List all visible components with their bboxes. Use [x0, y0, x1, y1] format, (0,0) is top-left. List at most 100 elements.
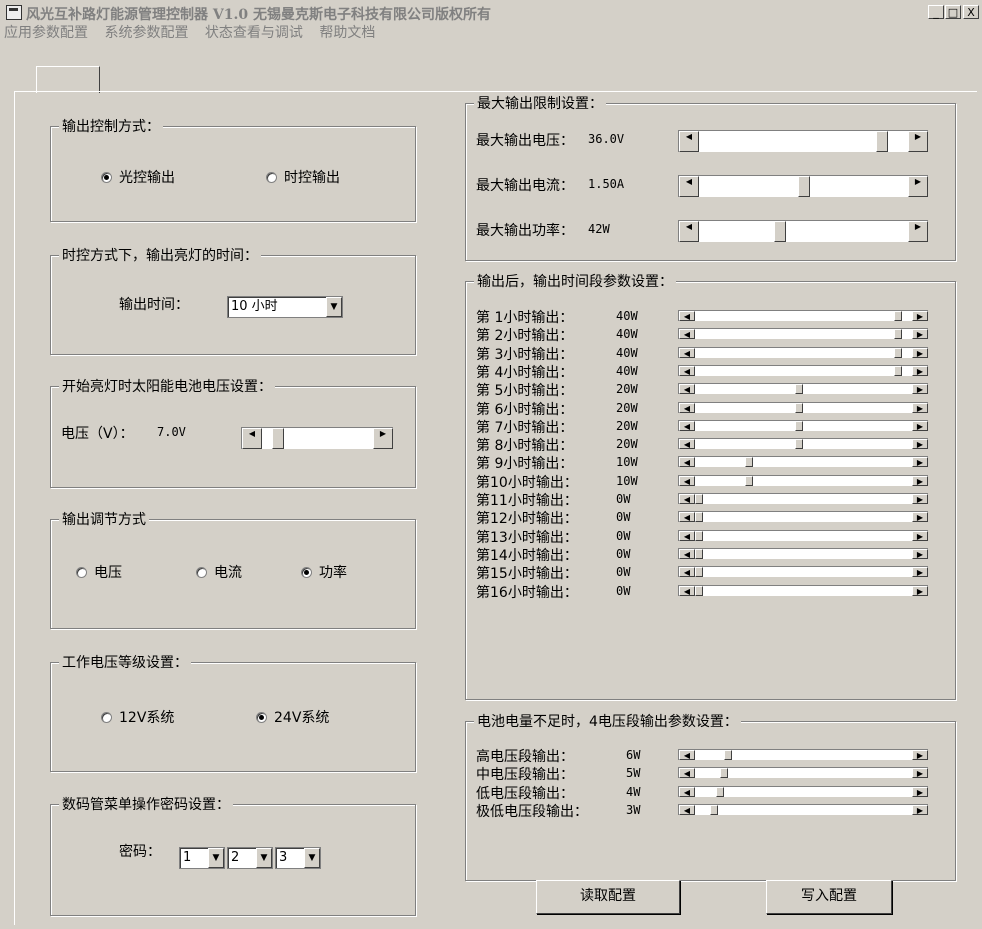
slider-thumb[interactable]: [695, 494, 703, 504]
chevron-down-icon[interactable]: ▼: [208, 848, 224, 868]
slider-thumb[interactable]: [795, 402, 803, 413]
arrow-left-icon[interactable]: ◀: [679, 439, 695, 450]
arrow-left-icon[interactable]: ◀: [679, 384, 695, 395]
radio-light-control[interactable]: 光控输出: [101, 167, 175, 187]
slider-thumb[interactable]: [795, 439, 803, 450]
arrow-left-icon[interactable]: ◀: [679, 512, 695, 523]
slider-thumb[interactable]: [695, 548, 703, 559]
voltage-slider[interactable]: ◀ ▶: [241, 427, 393, 449]
menu-help[interactable]: 帮助文档: [319, 22, 375, 42]
arrow-left-icon[interactable]: ◀: [679, 176, 699, 197]
arrow-left-icon[interactable]: ◀: [679, 457, 695, 468]
arrow-left-icon[interactable]: ◀: [679, 530, 695, 541]
arrow-right-icon[interactable]: ▶: [912, 384, 928, 395]
row-slider[interactable]: ◀ ▶: [678, 511, 928, 523]
arrow-right-icon[interactable]: ▶: [912, 420, 928, 431]
arrow-left-icon[interactable]: ◀: [679, 475, 695, 486]
row-slider[interactable]: ◀ ▶: [678, 547, 928, 559]
slider-thumb[interactable]: [745, 457, 753, 468]
arrow-right-icon[interactable]: ▶: [912, 402, 928, 413]
slider-thumb[interactable]: [695, 585, 703, 596]
close-button[interactable]: X: [963, 5, 979, 19]
row-slider[interactable]: ◀ ▶: [678, 785, 928, 797]
arrow-right-icon[interactable]: ▶: [912, 585, 928, 596]
arrow-left-icon[interactable]: ◀: [679, 221, 699, 242]
maximize-button[interactable]: □: [945, 5, 961, 19]
arrow-left-icon[interactable]: ◀: [679, 329, 695, 340]
slider-thumb[interactable]: [798, 176, 810, 197]
arrow-left-icon[interactable]: ◀: [679, 131, 699, 152]
row-slider[interactable]: ◀ ▶: [678, 767, 928, 779]
arrow-left-icon[interactable]: ◀: [679, 420, 695, 431]
slider-thumb[interactable]: [795, 420, 803, 431]
arrow-left-icon[interactable]: ◀: [679, 548, 695, 559]
row-slider[interactable]: ◀ ▶: [678, 493, 928, 504]
radio-current[interactable]: 电流: [196, 562, 242, 582]
slider-thumb[interactable]: [724, 750, 732, 760]
slider-thumb[interactable]: [894, 329, 902, 340]
radio-voltage[interactable]: 电压: [76, 562, 122, 582]
tab-main[interactable]: [36, 66, 100, 93]
arrow-right-icon[interactable]: ▶: [912, 768, 928, 779]
arrow-left-icon[interactable]: ◀: [679, 311, 695, 321]
arrow-right-icon[interactable]: ▶: [912, 475, 928, 486]
slider-thumb[interactable]: [745, 475, 753, 486]
arrow-right-icon[interactable]: ▶: [912, 804, 928, 815]
row-slider[interactable]: ◀ ▶: [678, 364, 928, 376]
arrow-right-icon[interactable]: ▶: [912, 365, 928, 376]
arrow-left-icon[interactable]: ◀: [679, 750, 695, 760]
arrow-left-icon[interactable]: ◀: [679, 768, 695, 779]
slider-thumb[interactable]: [894, 311, 902, 321]
radio-time-control[interactable]: 时控输出: [266, 167, 340, 187]
password-digit-3[interactable]: 3 ▼: [275, 847, 321, 869]
radio-12v[interactable]: 12V系统: [101, 707, 174, 727]
arrow-right-icon[interactable]: ▶: [908, 221, 928, 242]
slider-thumb[interactable]: [894, 365, 902, 376]
arrow-right-icon[interactable]: ▶: [912, 439, 928, 450]
arrow-left-icon[interactable]: ◀: [679, 567, 695, 578]
arrow-left-icon[interactable]: ◀: [679, 804, 695, 815]
row-slider[interactable]: ◀ ▶: [678, 749, 928, 760]
radio-24v[interactable]: 24V系统: [256, 707, 329, 727]
arrow-left-icon[interactable]: ◀: [679, 585, 695, 596]
row-slider[interactable]: ◀ ▶: [678, 529, 928, 541]
row-slider[interactable]: ◀ ▶: [678, 419, 928, 431]
password-digit-2[interactable]: 2 ▼: [227, 847, 273, 869]
slider-thumb[interactable]: [695, 512, 703, 523]
row-slider[interactable]: ◀ ▶: [678, 383, 928, 395]
arrow-left-icon[interactable]: ◀: [679, 365, 695, 376]
arrow-left-icon[interactable]: ◀: [679, 494, 695, 504]
arrow-right-icon[interactable]: ▶: [912, 457, 928, 468]
row-slider[interactable]: ◀ ▶: [678, 474, 928, 486]
arrow-right-icon[interactable]: ▶: [912, 311, 928, 321]
arrow-left-icon[interactable]: ◀: [679, 347, 695, 358]
row-slider[interactable]: ◀ ▶: [678, 220, 928, 242]
slider-thumb[interactable]: [695, 567, 703, 578]
menu-app-config[interactable]: 应用参数配置: [4, 22, 88, 42]
arrow-right-icon[interactable]: ▶: [912, 329, 928, 340]
arrow-right-icon[interactable]: ▶: [912, 494, 928, 504]
row-slider[interactable]: ◀ ▶: [678, 328, 928, 340]
row-slider[interactable]: ◀ ▶: [678, 175, 928, 197]
arrow-right-icon[interactable]: ▶: [912, 347, 928, 358]
read-config-button[interactable]: 读取配置: [536, 880, 680, 914]
row-slider[interactable]: ◀ ▶: [678, 803, 928, 815]
chevron-down-icon[interactable]: ▼: [256, 848, 272, 868]
chevron-down-icon[interactable]: ▼: [304, 848, 320, 868]
arrow-right-icon[interactable]: ▶: [912, 530, 928, 541]
write-config-button[interactable]: 写入配置: [766, 880, 892, 914]
slider-thumb[interactable]: [272, 428, 284, 449]
password-digit-1[interactable]: 1 ▼: [179, 847, 225, 869]
arrow-right-icon[interactable]: ▶: [912, 512, 928, 523]
arrow-right-icon[interactable]: ▶: [373, 428, 393, 449]
arrow-left-icon[interactable]: ◀: [679, 402, 695, 413]
row-slider[interactable]: ◀ ▶: [678, 584, 928, 596]
row-slider[interactable]: ◀ ▶: [678, 456, 928, 468]
arrow-left-icon[interactable]: ◀: [242, 428, 262, 449]
row-slider[interactable]: ◀ ▶: [678, 346, 928, 358]
row-slider[interactable]: ◀ ▶: [678, 401, 928, 413]
slider-thumb[interactable]: [716, 786, 724, 797]
radio-power[interactable]: 功率: [301, 562, 347, 582]
menu-system-config[interactable]: 系统参数配置: [104, 22, 188, 42]
slider-thumb[interactable]: [774, 221, 786, 242]
